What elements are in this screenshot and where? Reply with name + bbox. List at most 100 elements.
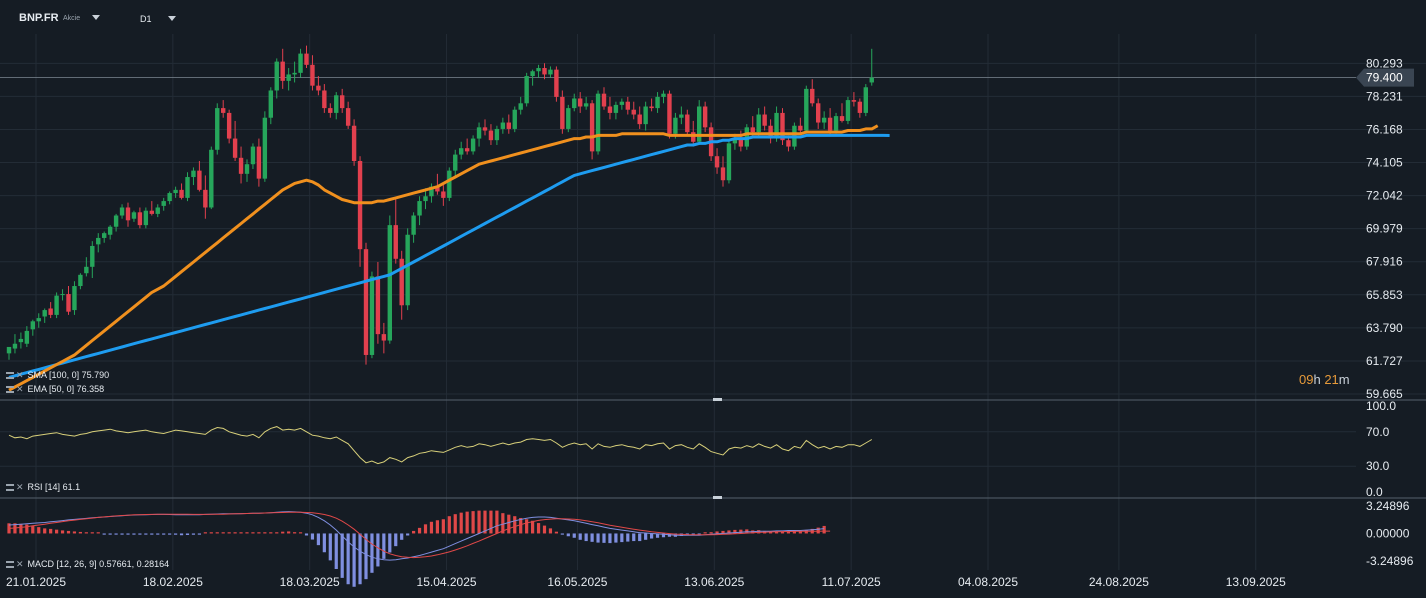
macd-histogram-bar — [221, 532, 225, 534]
candle — [84, 257, 89, 277]
macd-histogram-bar — [257, 532, 261, 534]
candle-body — [447, 170, 452, 198]
candle-body — [209, 149, 214, 208]
macd-histogram-bar — [31, 525, 35, 534]
settings-icon[interactable] — [6, 561, 14, 568]
candle — [78, 273, 83, 290]
chart-canvas[interactable]: 80.293 78.231 76.168 74.105 72.042 69.979 67.9… — [0, 0, 1426, 598]
candle — [488, 124, 494, 145]
candle-body — [274, 61, 279, 91]
candle — [583, 96, 589, 110]
candle-body — [179, 189, 184, 198]
candle-body — [316, 85, 321, 91]
rsi-panel — [0, 426, 1356, 467]
price-tick-label: 78.231 — [1366, 89, 1403, 103]
candle-body — [530, 71, 535, 77]
macd-histogram-bar — [417, 527, 422, 534]
macd-histogram-bar — [358, 533, 362, 585]
candle-body — [60, 294, 65, 296]
timeframe-label[interactable]: D1 — [140, 14, 152, 24]
candle-body — [488, 130, 494, 141]
macd-histogram-bar — [263, 532, 267, 534]
macd-histogram-bar — [49, 528, 53, 534]
candle-body — [399, 258, 404, 306]
candle — [851, 92, 857, 107]
candle — [298, 48, 303, 78]
candle-body — [244, 164, 250, 174]
candle-body — [96, 237, 101, 245]
macd-line — [8, 511, 825, 561]
candle-body — [328, 108, 333, 113]
macd-histogram-bar — [293, 532, 297, 534]
candle-body — [578, 98, 583, 107]
sma-legend[interactable]: ✕ SMA [100, 0] 75.790 — [6, 370, 109, 381]
candle — [839, 103, 845, 123]
macd-histogram-bar — [590, 533, 594, 542]
price-tick-label: 72.042 — [1366, 189, 1403, 203]
macd-histogram-bar — [156, 533, 160, 535]
candle-body — [607, 106, 613, 113]
macd-histogram-bar — [19, 523, 23, 534]
candle — [125, 202, 131, 227]
close-icon[interactable]: ✕ — [16, 370, 24, 380]
rsi-tick-label: 100.0 — [1366, 399, 1396, 413]
close-icon[interactable]: ✕ — [16, 384, 24, 394]
macd-histogram-bar — [287, 531, 291, 534]
macd-histogram-bar — [816, 527, 820, 534]
macd-histogram-bar — [43, 528, 47, 534]
candle — [780, 108, 785, 145]
candle-body — [464, 148, 470, 152]
macd-histogram-bar — [275, 532, 279, 534]
candle-body — [292, 72, 297, 75]
macd-histogram-bar — [114, 533, 118, 535]
candle-body — [583, 103, 589, 107]
candle — [131, 210, 137, 222]
macd-histogram-bar — [328, 533, 332, 561]
macd-histogram-bar — [370, 533, 374, 573]
rsi-legend[interactable]: ✕ RSI [14] 61.1 — [6, 482, 80, 493]
candle — [280, 48, 285, 89]
timeframe-dropdown-chevron-down-icon[interactable] — [168, 16, 176, 21]
macd-histogram-bar — [602, 533, 606, 543]
candle-body — [393, 225, 398, 259]
macd-legend[interactable]: ✕ MACD [12, 26, 9] 0.57661, 0.28164 — [6, 559, 169, 570]
macd-histogram-bar — [495, 510, 499, 534]
candle — [6, 346, 12, 360]
macd-histogram-bar — [578, 533, 582, 540]
candle-body — [714, 156, 720, 168]
candle-body — [119, 207, 125, 216]
candle — [351, 119, 357, 166]
macd-histogram-bar — [572, 533, 576, 538]
macd-tick-label: 3.24896 — [1366, 499, 1410, 513]
candle-body — [286, 74, 291, 81]
candle-body — [798, 125, 803, 131]
settings-icon[interactable] — [6, 386, 14, 393]
macd-histogram-bar — [489, 510, 493, 534]
date-tick-label: 04.08.2025 — [958, 575, 1018, 589]
candle — [12, 334, 18, 354]
macd-histogram-bar — [269, 532, 273, 534]
candle — [173, 186, 178, 198]
macd-histogram-bar — [120, 533, 124, 535]
settings-icon[interactable] — [6, 372, 14, 379]
candle-body — [667, 93, 672, 134]
candle-body — [560, 96, 565, 129]
settings-icon[interactable] — [6, 484, 14, 491]
macd-histogram-bar — [542, 525, 547, 534]
macd-histogram-bar — [203, 532, 207, 534]
candle-body — [589, 103, 595, 152]
macd-histogram-bar — [548, 528, 553, 534]
ema-legend[interactable]: ✕ EMA [50, 0] 76.358 — [6, 384, 104, 395]
candle — [613, 101, 619, 120]
close-icon[interactable]: ✕ — [16, 482, 24, 492]
candle-body — [42, 310, 47, 317]
date-tick-label: 11.07.2025 — [822, 575, 881, 589]
symbol-label[interactable]: BNP.FR — [19, 12, 59, 24]
macd-histogram-bar — [388, 533, 392, 553]
candle-body — [232, 138, 238, 158]
macd-histogram-bar — [334, 533, 338, 569]
symbol-dropdown-chevron-down-icon[interactable] — [92, 15, 100, 20]
candle-body — [476, 127, 482, 139]
candle — [250, 143, 256, 170]
close-icon[interactable]: ✕ — [16, 559, 24, 569]
